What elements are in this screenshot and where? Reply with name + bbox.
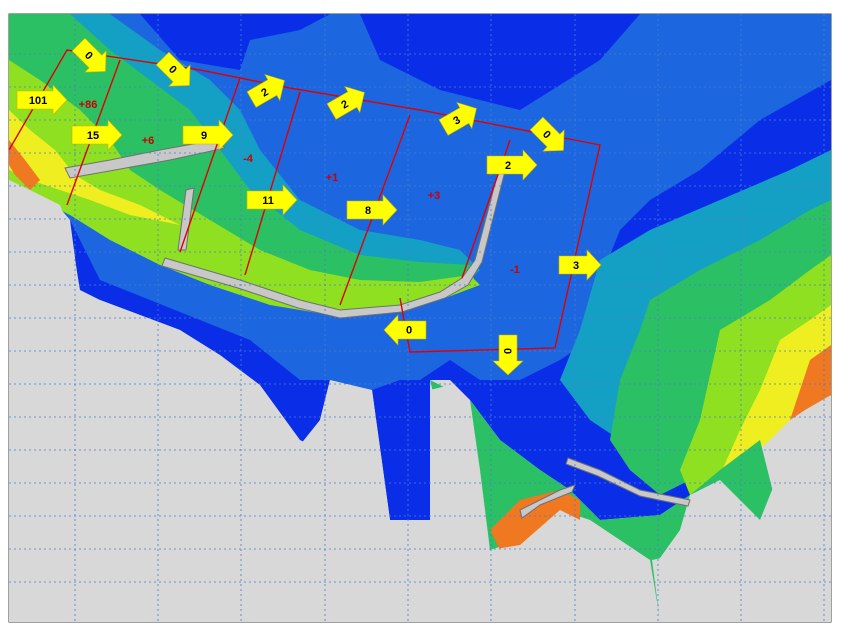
cell-budget-value: -1 — [510, 264, 520, 276]
arrow-label: 2 — [505, 160, 511, 172]
cell-budget-value: -4 — [243, 153, 254, 165]
sediment-budget-map: 1010015 922302118300 +86+6-4+1+3-1 — [8, 13, 832, 623]
arrow-label: 11 — [262, 195, 274, 207]
cell-budget-value: +6 — [142, 135, 155, 147]
arrow-label: 0 — [406, 323, 412, 335]
arrow-label: 0 — [501, 348, 513, 354]
arrow-label: 9 — [201, 130, 207, 142]
arrow-label: 15 — [87, 130, 99, 142]
cell-budget-value: +1 — [326, 172, 339, 184]
arrow-label: 101 — [29, 95, 47, 107]
cell-budget-value: +86 — [79, 99, 98, 111]
cell-budget-value: +3 — [428, 190, 441, 202]
arrow-label: 3 — [573, 260, 579, 272]
arrow-label: 8 — [365, 205, 371, 217]
